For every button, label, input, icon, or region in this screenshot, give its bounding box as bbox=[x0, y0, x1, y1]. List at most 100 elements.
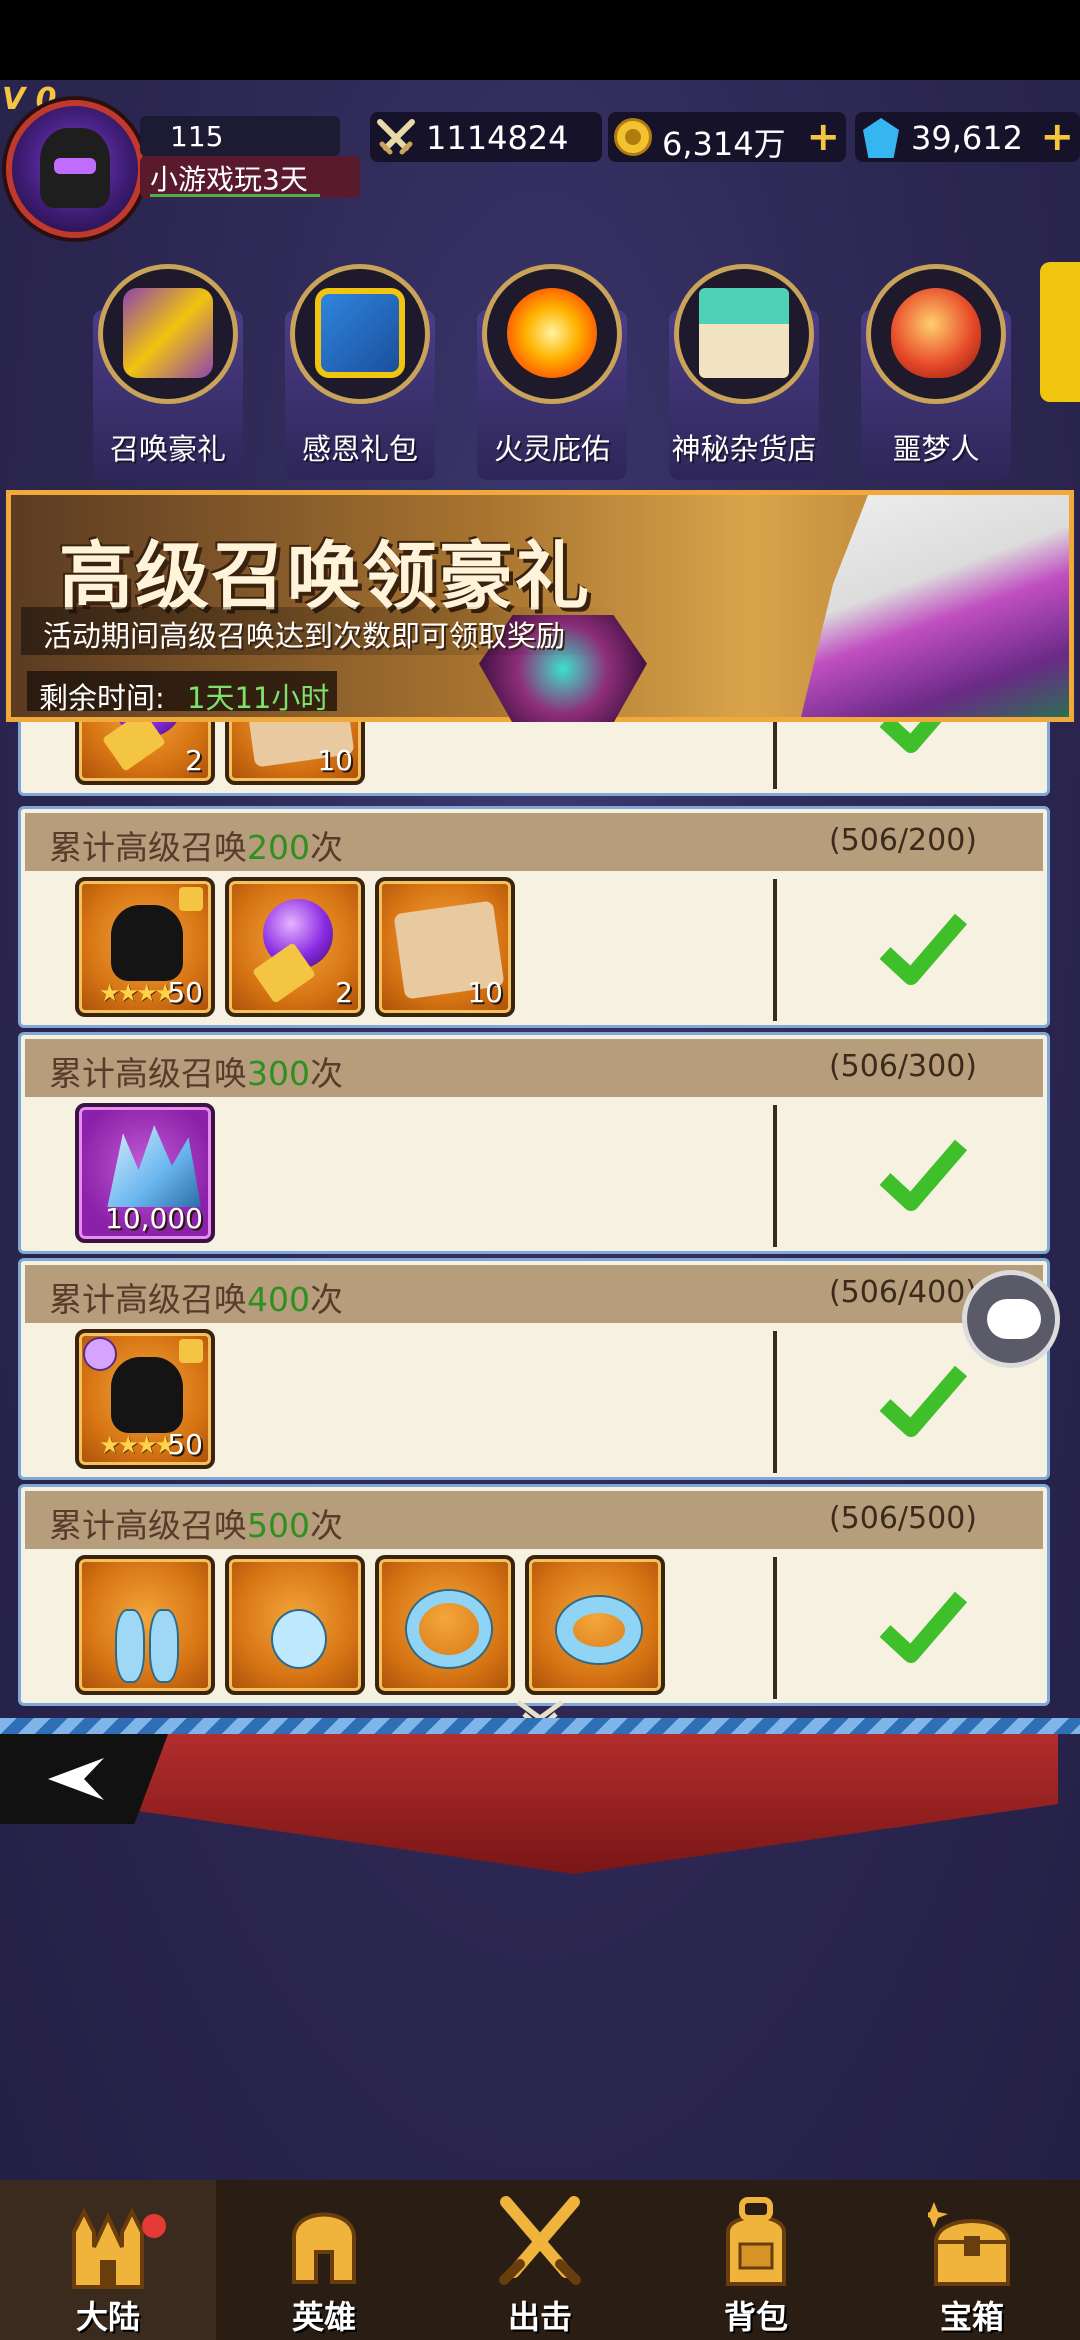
exp-bar bbox=[150, 194, 320, 197]
crystal-icon bbox=[107, 1125, 201, 1207]
nav-heroes[interactable]: 英雄 bbox=[216, 2180, 432, 2340]
milestone-card-300: 累计高级召唤300次 (506/300) 10,000 bbox=[18, 1032, 1050, 1254]
helmet-icon bbox=[111, 1357, 183, 1433]
timer-label: 剩余时间: bbox=[39, 681, 165, 715]
milestone-card-partial: 2 10 bbox=[18, 722, 1050, 796]
gem-icon bbox=[863, 118, 899, 158]
reward-slot-earrings[interactable] bbox=[75, 1555, 215, 1695]
event-mystery-shop[interactable]: 神秘杂货店 bbox=[664, 250, 824, 490]
crossed-swords-icon bbox=[377, 119, 415, 155]
avatar-helmet-icon bbox=[40, 128, 110, 208]
check-icon bbox=[879, 1365, 967, 1437]
event-fire-spirit[interactable]: 火灵庇佑 bbox=[472, 250, 632, 490]
banner-hero-art bbox=[801, 495, 1069, 717]
reward-slot-band[interactable] bbox=[525, 1555, 665, 1695]
milestone-title: 累计高级召唤200次 bbox=[49, 828, 343, 867]
event-next-partial[interactable] bbox=[1040, 262, 1080, 402]
dragon-egg-icon bbox=[891, 288, 981, 378]
band-icon bbox=[557, 1597, 641, 1663]
backpack-icon bbox=[726, 2197, 786, 2286]
nav-treasure[interactable]: 宝箱 bbox=[864, 2180, 1080, 2340]
reward-slot-hero-shard[interactable]: ★★★★ 50 bbox=[75, 1329, 215, 1469]
milestone-header: 累计高级召唤200次 (506/200) bbox=[25, 813, 1043, 871]
gem-display: 39,612 + bbox=[855, 112, 1080, 162]
gift-box-icon bbox=[123, 288, 213, 378]
milestone-header: 累计高级召唤500次 (506/500) bbox=[25, 1491, 1043, 1549]
add-gold-button[interactable]: + bbox=[806, 114, 840, 160]
power-value: 1114824 bbox=[426, 119, 569, 157]
nav-continent[interactable]: 大陆 bbox=[0, 2180, 216, 2340]
gold-display: 6,314万 + bbox=[608, 112, 846, 163]
player-name: 小游戏玩3天 bbox=[150, 163, 308, 196]
puzzle-icon bbox=[179, 1339, 203, 1363]
event-banner: 高级召唤领豪礼 活动期间高级召唤达到次数即可领取奖励 剩余时间: 1天11小时 bbox=[6, 490, 1074, 723]
milestone-header: 累计高级召唤300次 (506/300) bbox=[25, 1039, 1043, 1097]
nav-backpack[interactable]: 背包 bbox=[648, 2180, 864, 2340]
fire-spirit-icon bbox=[507, 288, 597, 378]
faction-badge-icon bbox=[83, 1337, 117, 1371]
reward-slot-hero-shard[interactable]: ★★★★ 50 bbox=[75, 877, 215, 1017]
bottom-nav: 大陆 英雄 出击 背包 宝箱 bbox=[0, 2180, 1080, 2340]
gold-value: 6,314万 bbox=[662, 125, 786, 163]
milestone-progress: (506/500) bbox=[828, 1501, 977, 1536]
shop-icon bbox=[699, 288, 789, 378]
milestone-card-500: 累计高级召唤500次 (506/500) bbox=[18, 1484, 1050, 1706]
puzzle-icon bbox=[179, 887, 203, 911]
reward-slot-pendant[interactable] bbox=[225, 1555, 365, 1695]
milestone-title: 累计高级召唤400次 bbox=[49, 1280, 343, 1319]
event-summon-gift[interactable]: 召唤豪礼 bbox=[88, 250, 248, 490]
milestone-title: 累计高级召唤500次 bbox=[49, 1506, 343, 1545]
check-icon bbox=[879, 1139, 967, 1211]
milestone-progress: (506/300) bbox=[828, 1049, 977, 1084]
check-icon bbox=[879, 913, 967, 985]
reward-slot[interactable]: 10 bbox=[225, 722, 365, 785]
power-display: 1114824 bbox=[370, 112, 602, 162]
gift-package-icon bbox=[315, 288, 405, 378]
reward-slot-ring[interactable] bbox=[375, 1555, 515, 1695]
reward-slot-crystal[interactable]: 10,000 bbox=[75, 1103, 215, 1243]
reward-slot[interactable]: 2 bbox=[75, 722, 215, 785]
event-label: 火灵庇佑 bbox=[493, 432, 610, 466]
treasure-chest-icon bbox=[928, 2202, 1011, 2286]
earrings-icon bbox=[115, 1579, 179, 1683]
star-rating: ★★★★ bbox=[99, 1431, 176, 1459]
event-label: 召唤豪礼 bbox=[109, 432, 226, 466]
event-thanks-pack[interactable]: 感恩礼包 bbox=[280, 250, 440, 490]
milestone-list[interactable]: 2 10 累计高级召唤200次 (506/200) ★★★★ 50 2 10 累… bbox=[18, 722, 1050, 1714]
check-icon bbox=[879, 722, 942, 753]
reward-slot-scroll[interactable]: 10 bbox=[375, 877, 515, 1017]
notification-dot bbox=[142, 2214, 166, 2238]
check-icon bbox=[879, 1591, 967, 1663]
event-label: 感恩礼包 bbox=[301, 432, 418, 466]
add-gems-button[interactable]: + bbox=[1040, 114, 1074, 160]
milestone-card-400: 累计高级召唤400次 (506/400) ★★★★ 50 bbox=[18, 1258, 1050, 1480]
divider-stripe bbox=[0, 1718, 1080, 1734]
helmet-icon bbox=[292, 2212, 356, 2284]
milestone-progress: (506/400) bbox=[828, 1275, 977, 1310]
reward-slot-orb[interactable]: 2 bbox=[225, 877, 365, 1017]
milestone-title: 累计高级召唤300次 bbox=[49, 1054, 343, 1093]
player-avatar[interactable] bbox=[6, 100, 144, 238]
castle-icon bbox=[72, 2207, 144, 2289]
crossed-swords-icon bbox=[499, 2196, 581, 2285]
event-label: 噩梦人 bbox=[892, 432, 980, 466]
pendant-icon bbox=[271, 1609, 327, 1669]
timer-value: 1天11小时 bbox=[187, 681, 330, 715]
chat-button[interactable] bbox=[962, 1270, 1060, 1368]
event-nightmare[interactable]: 噩梦人 bbox=[856, 250, 1016, 490]
chat-bubble-icon bbox=[987, 1299, 1041, 1339]
status-bar bbox=[0, 0, 1080, 80]
nav-battle[interactable]: 出击 bbox=[432, 2180, 648, 2340]
milestone-header: 累计高级召唤400次 (506/400) bbox=[25, 1265, 1043, 1323]
gem-value: 39,612 bbox=[911, 119, 1023, 157]
star-rating: ★★★★ bbox=[99, 979, 176, 1007]
milestone-progress: (506/200) bbox=[828, 823, 977, 858]
event-label: 神秘杂货店 bbox=[671, 432, 817, 466]
gold-coin-icon bbox=[614, 118, 652, 156]
banner-subtitle: 活动期间高级召唤达到次数即可领取奖励 bbox=[43, 619, 566, 653]
event-icon-row: 召唤豪礼 感恩礼包 火灵庇佑 神秘杂货店 噩梦人 bbox=[0, 250, 1080, 490]
milestone-card-200: 累计高级召唤200次 (506/200) ★★★★ 50 2 10 bbox=[18, 806, 1050, 1028]
back-arrow-icon bbox=[48, 1758, 104, 1800]
ring-icon bbox=[407, 1591, 491, 1667]
player-level: 115 bbox=[170, 120, 224, 153]
